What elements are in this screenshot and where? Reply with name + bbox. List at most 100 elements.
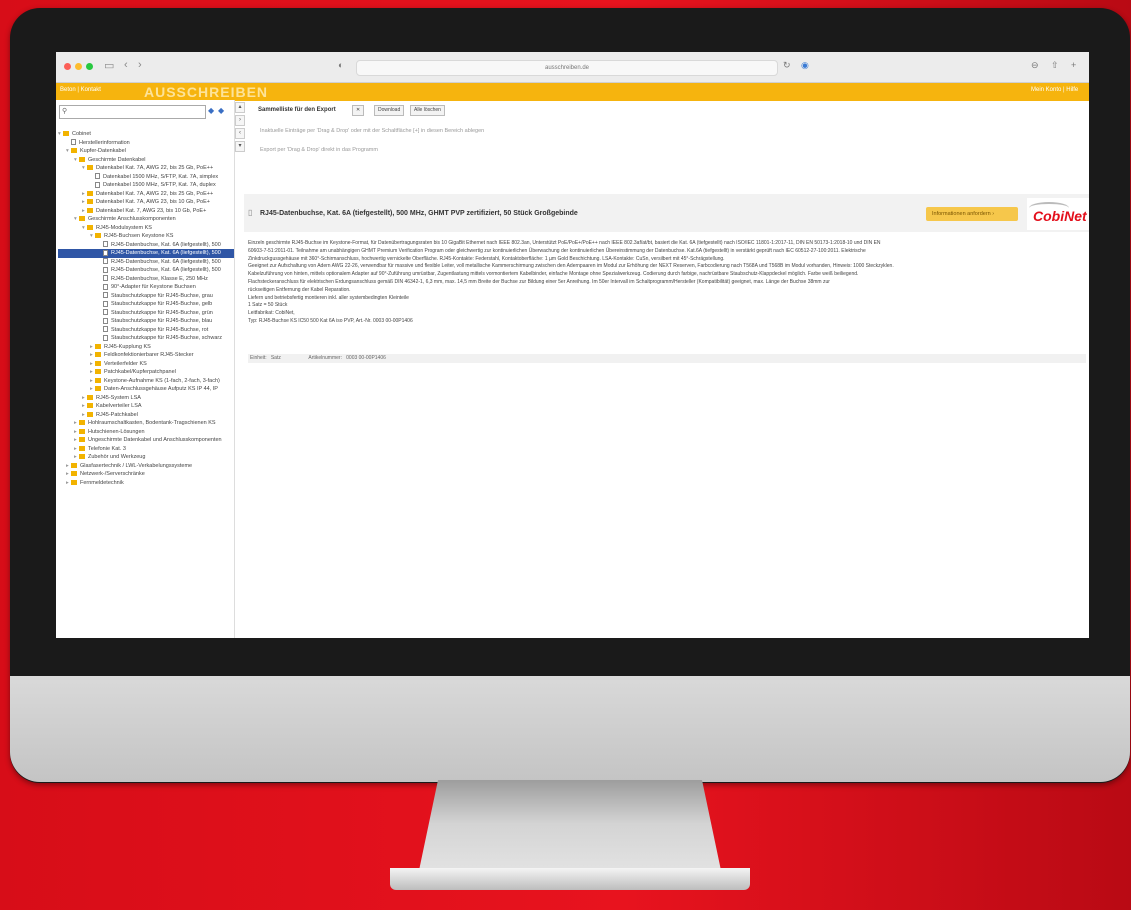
forward-icon[interactable]: › xyxy=(138,59,142,71)
request-info-button[interactable]: Informationen anfordern › xyxy=(926,207,1018,221)
tree-item[interactable]: Herstellerinformation xyxy=(58,139,234,148)
description-line: Liefern und betriebsfertig montieren ink… xyxy=(248,294,409,301)
privacy-icon[interactable]: ◐ xyxy=(338,60,343,70)
tree-item[interactable]: RJ45-Datenbuchse, Kat. 6A (liefgestellt)… xyxy=(58,249,234,258)
sidebar-toggle-icon[interactable]: ▭ xyxy=(104,59,114,72)
tree-item[interactable]: ▸ Patchkabel/Kupferpatchpanel xyxy=(58,368,234,377)
tree-item[interactable]: ▸ Datenkabel Kat. 7A, AWG 23, bis 10 Gb, … xyxy=(58,198,234,207)
tree-item[interactable]: ▸ Glasfasertechnik / LWL-Verkabelungssyst… xyxy=(58,462,234,471)
extension-icon[interactable]: ◉ xyxy=(801,60,809,71)
clear-all-button[interactable]: Alle löschen xyxy=(410,105,445,116)
reload-icon[interactable]: ↻ xyxy=(783,60,791,71)
tree-item[interactable]: ▸ Netzwerk-/Serverschränke xyxy=(58,470,234,479)
tree-item[interactable]: ▾ Cobinet xyxy=(58,130,234,139)
description-line: Typ: RJ45-Buchse KS IC50 500 Kat 6A iso … xyxy=(248,317,413,324)
back-icon[interactable]: ‹ xyxy=(124,59,128,71)
export-hint: Export per 'Drag & Drop' direkt in das P… xyxy=(260,147,378,153)
expand-all-icon[interactable]: ◆ xyxy=(208,106,214,115)
header-links[interactable]: Beton | Kontakt xyxy=(60,87,101,93)
tree-item[interactable]: ▸ Daten-Anschlussgehäuse Aufputz KS IP 44… xyxy=(58,385,234,394)
tree-item-label: Telefonie Kat. 3 xyxy=(88,445,126,452)
minimize-window-icon[interactable] xyxy=(75,63,82,70)
folder-icon xyxy=(87,403,93,409)
tree-item[interactable]: ▸ Keystone-Aufnahme KS (1-fach, 2-fach, 3… xyxy=(58,377,234,386)
tree-item[interactable]: ▸ Datenkabel Kat. 7, AWG 23, bis 10 Gb, P… xyxy=(58,207,234,216)
description-line: Flachsteckeranschluss für elektrischen E… xyxy=(248,278,830,285)
share-icon[interactable]: ⇧ xyxy=(1051,60,1059,71)
tree-item-label: RJ45-Buchsen Keystone KS xyxy=(104,233,174,239)
content-panel: Sammelliste für den Export ✕ Download Al… xyxy=(244,100,1089,638)
tree-item[interactable]: ▸ Kabelverteiler LSA xyxy=(58,402,234,411)
tree-item[interactable]: ▾ Datenkabel Kat. 7A, AWG 22, bis 25 Gb, … xyxy=(58,164,234,173)
tree-item[interactable]: Datenkabel 1500 MHz, S/FTP, Kat. 7A, sim… xyxy=(58,173,234,182)
tree-item[interactable]: ▸ Telefonie Kat. 3 xyxy=(58,445,234,454)
tree-item[interactable]: ▸ Hutschienen-Lösungen xyxy=(58,428,234,437)
collapse-all-icon[interactable]: ◆ xyxy=(218,106,224,115)
folder-icon xyxy=(79,454,85,460)
cobinet-logo: CobiNet xyxy=(1027,198,1089,230)
document-icon xyxy=(103,241,108,248)
folder-icon xyxy=(87,190,93,196)
download-button[interactable]: Download xyxy=(374,105,405,116)
document-icon xyxy=(103,275,108,282)
tree-item[interactable]: 90°-Adapter für Keystone Buchsen xyxy=(58,283,234,292)
folder-icon xyxy=(95,377,101,383)
tree-item[interactable]: RJ45-Datenbuchse, Kat. 6A (liefgestellt)… xyxy=(58,258,234,267)
folder-icon xyxy=(87,165,93,171)
tree-item[interactable]: ▸ RJ45-Patchkabel xyxy=(58,411,234,420)
tree-item[interactable]: ▸ Verteilerfelder KS xyxy=(58,360,234,369)
collect-hint: Inaktuelle Einträge per 'Drag & Drop' od… xyxy=(260,128,485,134)
tree-item[interactable]: Datenkabel 1500 MHz, S/FTP, Kat. 7A, dup… xyxy=(58,181,234,190)
tree-item[interactable]: ▾ Geschirmte Datenkabel xyxy=(58,156,234,165)
tree-item-label: Staubschutzkappe für RJ45-Buchse, blau xyxy=(111,318,213,324)
tree-item[interactable]: ▸ Ungeschirmte Datenkabel und Anschlussko… xyxy=(58,436,234,445)
tree-item[interactable]: ▸ RJ45-System LSA xyxy=(58,394,234,403)
tree-item[interactable]: RJ45-Datenbuchse, Kat. 6A (liefgestellt)… xyxy=(58,266,234,275)
tree-item-label: Glasfasertechnik / LWL-Verkabelungssyste… xyxy=(80,462,193,469)
product-header: ▯ RJ45-Datenbuchse, Kat. 6A (tiefgestell… xyxy=(244,194,1089,232)
tree-item-label: RJ45-System LSA xyxy=(96,394,141,401)
folder-icon xyxy=(95,233,101,239)
tree-item[interactable]: ▾ RJ45-Modulsystem KS xyxy=(58,224,234,233)
tree-item[interactable]: Staubschutzkappe für RJ45-Buchse, grün xyxy=(58,309,234,318)
tree-item[interactable]: ▸ RJ45-Kupplung KS xyxy=(58,343,234,352)
address-bar[interactable]: ausschreiben.de xyxy=(356,60,778,76)
account-links[interactable]: Mein Konto | Hilfe xyxy=(1031,87,1078,93)
new-tab-icon[interactable]: + xyxy=(1071,60,1076,70)
tree-item[interactable]: ▾ Kupfer-Datenkabel xyxy=(58,147,234,156)
tree-item[interactable]: Staubschutzkappe für RJ45-Buchse, grau xyxy=(58,292,234,301)
tree-item[interactable]: ▸ Datenkabel Kat. 7A, AWG 22, bis 25 Gb, … xyxy=(58,190,234,199)
download-icon[interactable]: ⊖ xyxy=(1031,60,1039,71)
tree-item[interactable]: Staubschutzkappe für RJ45-Buchse, blau xyxy=(58,317,234,326)
tree-item[interactable]: ▸ Hohlraumschaltkasten, Bodentank-Tragsch… xyxy=(58,419,234,428)
collect-close-button[interactable]: ✕ xyxy=(352,105,365,116)
folder-icon xyxy=(71,471,77,477)
tree-item[interactable]: ▸ Feldkonfektionierbarer RJ45-Stecker xyxy=(58,351,234,360)
close-window-icon[interactable] xyxy=(64,63,71,70)
description-line: 60603-7-51:2011-01. Teilnahme am unabhän… xyxy=(248,247,866,254)
tree-search-input[interactable]: ⚲ xyxy=(59,105,206,119)
request-info-label: Informationen anfordern xyxy=(932,211,991,217)
tree-item[interactable]: Staubschutzkappe für RJ45-Buchse, gelb xyxy=(58,300,234,309)
folder-icon xyxy=(95,352,101,358)
document-icon xyxy=(103,309,108,316)
tree-item-label: RJ45-Kupplung KS xyxy=(104,343,151,350)
tree-item[interactable]: ▾ Geschirmte Anschlusskomponenten xyxy=(58,215,234,224)
maximize-window-icon[interactable] xyxy=(86,63,93,70)
monitor-base xyxy=(390,868,750,890)
tree-item[interactable]: RJ45-Datenbuchse, Klasse E, 250 MHz xyxy=(58,275,234,284)
folder-icon xyxy=(95,343,101,349)
tree-item[interactable]: Staubschutzkappe für RJ45-Buchse, rot xyxy=(58,326,234,335)
tree-item-label: Herstellerinformation xyxy=(79,139,130,146)
folder-icon xyxy=(71,148,77,154)
description-line: Zinkdruckgussgehäuse mit 360°-Schirmansc… xyxy=(248,255,725,262)
tree-item[interactable]: Staubschutzkappe für RJ45-Buchse, schwar… xyxy=(58,334,234,343)
folder-icon xyxy=(95,386,101,392)
folder-icon xyxy=(79,428,85,434)
tree-item[interactable]: ▸ Fernmeldetechnik xyxy=(58,479,234,488)
tree-item[interactable]: RJ45-Datenbuchse, Kat. 6A (liefgestellt)… xyxy=(58,241,234,250)
tree-item-label: Ungeschirmte Datenkabel und Anschlusskom… xyxy=(88,437,222,443)
meta-text: Einheit: Satz Artikelnummer: 0003 00-00P… xyxy=(250,355,386,361)
tree-item[interactable]: ▾ RJ45-Buchsen Keystone KS xyxy=(58,232,234,241)
tree-item[interactable]: ▸ Zubehör und Werkzeug xyxy=(58,453,234,462)
